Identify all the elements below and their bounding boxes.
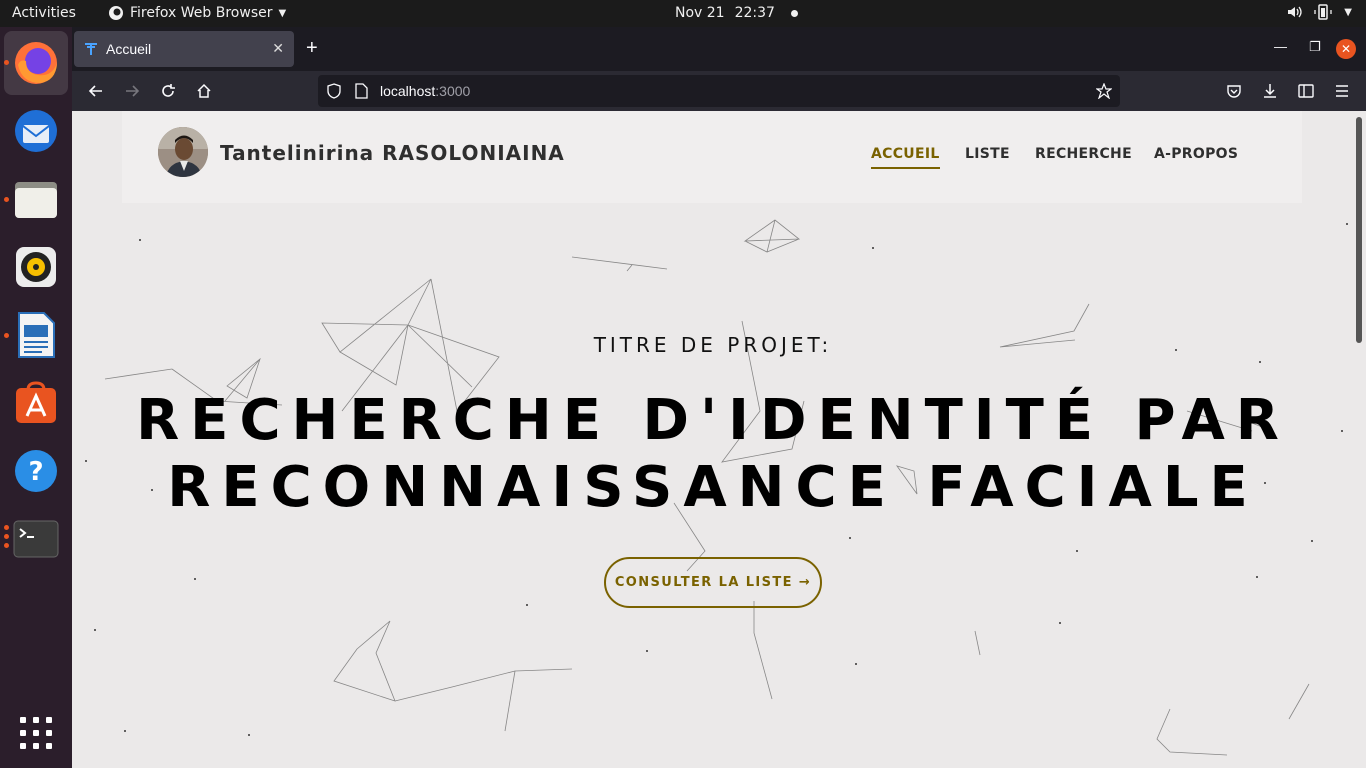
new-tab-button[interactable]: +	[306, 37, 318, 60]
firefox-icon	[109, 6, 123, 20]
url-bar[interactable]: localhost:3000	[318, 75, 1120, 107]
running-indicator	[4, 60, 9, 65]
app-grid-icon	[20, 717, 52, 749]
app-menu[interactable]: Firefox Web Browser ▼	[108, 5, 286, 21]
maximize-button[interactable]: ❐	[1309, 39, 1321, 55]
tab-accueil[interactable]: Accueil ✕	[74, 31, 294, 67]
running-indicator	[4, 333, 9, 338]
hero-title-line-2: RECONNAISSANCE FACIALE	[167, 455, 1259, 520]
pocket-button[interactable]	[1224, 81, 1244, 101]
hamburger-menu-icon	[1336, 85, 1348, 97]
forward-button[interactable]	[122, 81, 142, 101]
files-icon	[15, 182, 57, 218]
running-indicator	[4, 197, 9, 202]
avatar[interactable]	[158, 127, 208, 177]
page-scrollbar[interactable]	[1356, 117, 1362, 343]
activities-button[interactable]: Activities	[12, 5, 76, 21]
system-tray[interactable]: ▼	[1286, 4, 1352, 20]
dock-files[interactable]	[4, 167, 68, 231]
system-top-bar: Activities Firefox Web Browser ▼ Nov 21 …	[0, 0, 1366, 27]
url-host: localhost	[380, 83, 436, 99]
active-nav-underline	[871, 167, 940, 169]
downloads-button[interactable]	[1260, 81, 1280, 101]
chevron-down-icon: ▼	[1344, 6, 1352, 18]
svg-text:?: ?	[28, 457, 43, 487]
nav-liste[interactable]: LISTE	[965, 146, 1010, 162]
dock: ?	[0, 27, 72, 768]
profile-photo	[158, 127, 208, 177]
hero-title-line-1: RECHERCHE D'IDENTITÉ PAR	[136, 388, 1290, 453]
sidebar-icon	[1298, 84, 1314, 98]
software-store-icon	[16, 381, 56, 423]
page-icon[interactable]	[354, 83, 368, 99]
tab-close-icon[interactable]: ✕	[272, 40, 284, 57]
nav-a-propos[interactable]: A-PROPOS	[1154, 146, 1238, 162]
dock-libreoffice-writer[interactable]	[4, 303, 68, 367]
battery-icon	[1314, 4, 1332, 20]
reload-button[interactable]	[158, 81, 178, 101]
home-button[interactable]	[194, 81, 214, 101]
shield-icon[interactable]	[326, 83, 342, 99]
nav-recherche[interactable]: RECHERCHE	[1035, 146, 1132, 162]
terminal-icon	[13, 520, 59, 558]
home-icon	[197, 83, 211, 98]
tab-strip: Accueil ✕ + — ❐ ✕	[72, 27, 1366, 71]
rhythmbox-icon	[16, 247, 56, 287]
running-indicator	[4, 534, 9, 539]
url-port: :3000	[435, 83, 471, 99]
clock-date: Nov 21	[675, 5, 725, 21]
volume-icon	[1288, 6, 1302, 18]
pocket-icon	[1227, 85, 1241, 98]
tab-title: Accueil	[106, 41, 152, 57]
close-window-button[interactable]: ✕	[1336, 39, 1356, 59]
site-favicon-icon	[85, 43, 97, 55]
app-menu-label: Firefox Web Browser	[130, 5, 273, 21]
sidebar-button[interactable]	[1296, 81, 1316, 101]
dock-rhythmbox[interactable]	[4, 235, 68, 299]
web-page: Tantelinirina RASOLONIAINA ACCUEIL LISTE…	[72, 111, 1366, 768]
consulter-la-liste-button[interactable]: CONSULTER LA LISTE →	[604, 557, 822, 608]
reload-icon	[162, 84, 175, 97]
minimize-button[interactable]: —	[1274, 39, 1287, 54]
thunderbird-icon	[15, 110, 57, 152]
site-header: Tantelinirina RASOLONIAINA ACCUEIL LISTE…	[122, 111, 1302, 203]
hero-subtitle: TITRE DE PROJET:	[593, 333, 833, 357]
running-indicator	[4, 525, 9, 530]
notification-dot-icon	[790, 9, 798, 17]
dock-thunderbird[interactable]	[4, 99, 68, 163]
arrow-left-icon	[88, 85, 102, 97]
dock-firefox[interactable]	[4, 31, 68, 95]
dock-terminal[interactable]	[4, 507, 68, 571]
bookmark-star-icon[interactable]	[1096, 83, 1112, 99]
navigation-toolbar: localhost:3000	[72, 71, 1366, 111]
nav-accueil[interactable]: ACCUEIL	[871, 146, 940, 162]
firefox-icon	[15, 42, 57, 84]
running-indicator	[4, 543, 9, 548]
arrow-right-icon	[126, 85, 140, 97]
show-applications-button[interactable]	[4, 701, 68, 765]
site-author-name[interactable]: Tantelinirina RASOLONIAINA	[220, 141, 565, 165]
download-icon	[1264, 84, 1276, 98]
app-menu-button[interactable]	[1332, 81, 1352, 101]
url-text[interactable]: localhost:3000	[380, 83, 470, 99]
dock-ubuntu-software[interactable]	[4, 371, 68, 435]
dock-help[interactable]: ?	[4, 439, 68, 503]
writer-document-icon	[18, 312, 55, 358]
clock[interactable]: Nov 21 22:37	[675, 5, 798, 21]
back-button[interactable]	[86, 81, 106, 101]
help-icon: ?	[15, 450, 57, 492]
chevron-down-icon: ▼	[278, 7, 287, 19]
browser-window: Accueil ✕ + — ❐ ✕ localhost:3000 Tanteli…	[72, 27, 1366, 768]
clock-time: 22:37	[734, 5, 775, 21]
